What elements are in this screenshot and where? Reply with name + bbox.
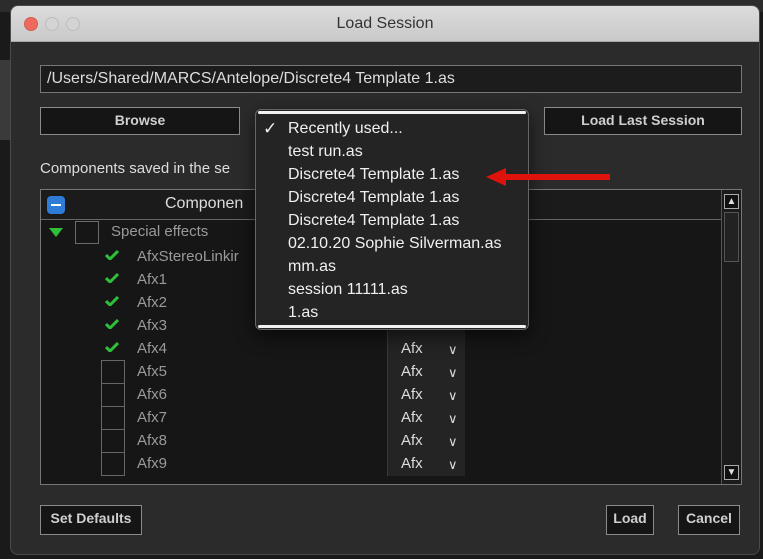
row-select[interactable]: Afx ∨ <box>387 453 465 476</box>
row-label: Afx8 <box>137 432 168 449</box>
dropdown-item[interactable]: 02.10.20 Sophie Silverman.as <box>256 233 528 257</box>
dropdown-item-label: Recently used... <box>288 120 403 137</box>
window-title: Load Session <box>336 15 434 32</box>
dropdown-item-label: 02.10.20 Sophie Silverman.as <box>288 235 502 252</box>
table-row[interactable]: Afx4 Afx ∨ <box>41 338 721 361</box>
triangle-down-icon[interactable] <box>49 228 63 237</box>
row-select-value: Afx <box>401 363 423 380</box>
row-checkbox[interactable] <box>101 452 125 476</box>
scroll-up-icon[interactable]: ▲ <box>724 194 739 209</box>
dropdown-item-label: test run.as <box>288 143 363 160</box>
chevron-down-icon[interactable]: ∨ <box>448 365 458 381</box>
row-label: Afx2 <box>137 294 168 311</box>
row-select-value: Afx <box>401 386 423 403</box>
dropdown-item-label: Discrete4 Template 1.as <box>288 166 460 183</box>
row-label: Afx3 <box>137 317 168 334</box>
dropdown-item[interactable]: 1.as <box>256 302 528 326</box>
load-button[interactable]: Load <box>606 505 654 535</box>
select-all-checkbox[interactable] <box>47 196 65 214</box>
row-label: Afx6 <box>137 386 168 403</box>
dropdown-item-label: 1.as <box>288 304 319 321</box>
row-label: Afx4 <box>137 340 168 357</box>
scroll-thumb[interactable] <box>724 212 739 262</box>
red-arrow-icon <box>486 168 610 186</box>
row-select[interactable]: Afx ∨ <box>387 338 465 361</box>
row-checkbox[interactable] <box>101 383 125 407</box>
table-row[interactable]: Afx9 Afx ∨ <box>41 452 721 476</box>
dropdown-item[interactable]: test run.as <box>256 141 528 165</box>
dropdown-item[interactable]: ✓ Recently used... <box>256 118 528 142</box>
row-label: Afx1 <box>137 271 168 288</box>
table-scrollbar[interactable]: ▲ ▼ <box>721 190 741 484</box>
row-label: Afx7 <box>137 409 168 426</box>
dropdown-item-label: mm.as <box>288 258 336 275</box>
chevron-down-icon[interactable]: ∨ <box>448 388 458 404</box>
row-select[interactable]: Afx ∨ <box>387 430 465 453</box>
chevron-down-icon[interactable]: ∨ <box>448 457 458 473</box>
recent-sessions-dropdown: ✓ Recently used... test run.as Discrete4 Te… <box>255 109 529 330</box>
row-label: Afx5 <box>137 363 168 380</box>
dropdown-item[interactable]: mm.as <box>256 256 528 280</box>
table-header-label: Componen <box>165 195 244 212</box>
chevron-down-icon[interactable]: ∨ <box>448 411 458 427</box>
chevron-down-icon[interactable]: ∨ <box>448 342 458 358</box>
table-row[interactable]: Afx6 Afx ∨ <box>41 383 721 407</box>
components-label: Components saved in the se <box>40 160 231 177</box>
group-checkbox[interactable] <box>75 221 99 244</box>
row-checkbox[interactable] <box>101 360 125 384</box>
group-label: Special effects <box>111 223 209 240</box>
checkmark-icon[interactable] <box>105 296 119 306</box>
row-select[interactable]: Afx ∨ <box>387 384 465 407</box>
row-checkbox[interactable] <box>101 429 125 453</box>
row-label: Afx9 <box>137 455 168 472</box>
row-select[interactable]: Afx ∨ <box>387 361 465 384</box>
title-bar: Load Session <box>11 6 759 42</box>
row-select-value: Afx <box>401 432 423 449</box>
row-select[interactable]: Afx ∨ <box>387 407 465 430</box>
scroll-down-icon[interactable]: ▼ <box>724 465 739 480</box>
row-select-value: Afx <box>401 340 423 357</box>
dropdown-item[interactable]: Discrete4 Template 1.as <box>256 187 528 211</box>
chevron-down-icon[interactable]: ∨ <box>448 434 458 450</box>
set-defaults-button[interactable]: Set Defaults <box>40 505 142 535</box>
dropdown-item[interactable]: Discrete4 Template 1.as <box>256 210 528 234</box>
row-label: AfxStereoLinkir <box>137 248 239 265</box>
dropdown-item-label: Discrete4 Template 1.as <box>288 189 460 206</box>
cancel-button[interactable]: Cancel <box>678 505 740 535</box>
table-row[interactable]: Afx7 Afx ∨ <box>41 406 721 430</box>
dropdown-item-label: Discrete4 Template 1.as <box>288 212 460 229</box>
checkmark-icon[interactable] <box>105 250 119 260</box>
row-checkbox[interactable] <box>101 406 125 430</box>
table-row[interactable]: Afx8 Afx ∨ <box>41 429 721 453</box>
dropdown-item-label: session 11111.as <box>288 281 408 298</box>
checkmark-icon: ✓ <box>263 119 278 138</box>
session-path-field[interactable]: /Users/Shared/MARCS/Antelope/Discrete4 T… <box>40 65 742 93</box>
row-select-value: Afx <box>401 409 423 426</box>
load-last-session-button[interactable]: Load Last Session <box>544 107 742 135</box>
checkmark-icon[interactable] <box>105 319 119 329</box>
table-row[interactable]: Afx5 Afx ∨ <box>41 360 721 384</box>
row-select-value: Afx <box>401 455 423 472</box>
dropdown-item[interactable]: session 11111.as <box>256 279 528 303</box>
browse-button[interactable]: Browse <box>40 107 240 135</box>
checkmark-icon[interactable] <box>105 273 119 283</box>
checkmark-icon[interactable] <box>105 342 119 352</box>
